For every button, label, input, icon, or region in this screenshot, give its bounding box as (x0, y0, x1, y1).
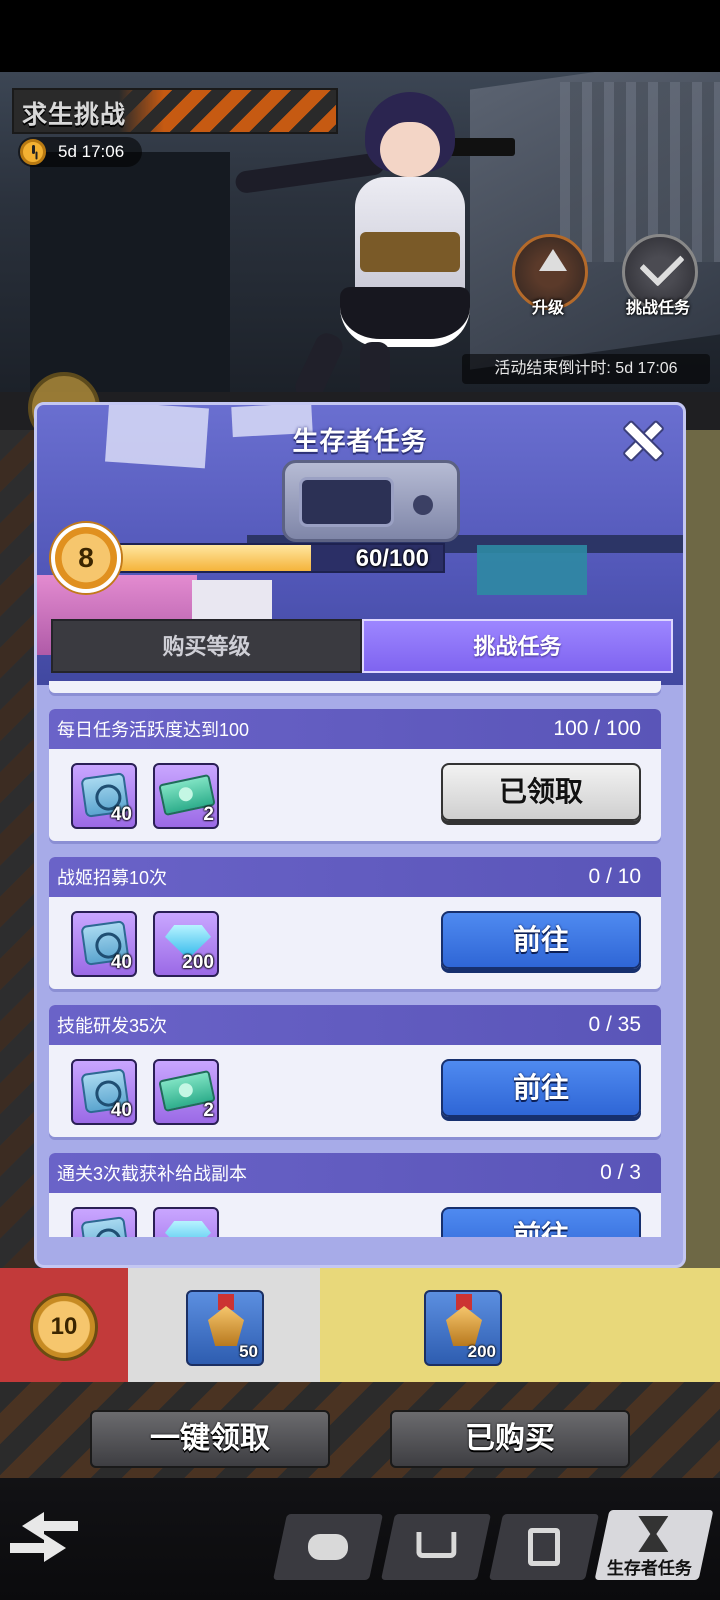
nav-tab-survivor-tasks[interactable]: 生存者任务 (594, 1510, 714, 1580)
oven-illustration (282, 460, 460, 542)
reward-item[interactable]: 2 (153, 763, 219, 829)
medal-icon (446, 1306, 482, 1346)
hourglass-icon (638, 1516, 668, 1552)
reward-item[interactable]: 200 (153, 911, 219, 977)
reward-item[interactable]: 2 (153, 1059, 219, 1125)
checkmark-icon (639, 241, 685, 287)
level-medal: 10 (30, 1293, 98, 1361)
go-button[interactable]: 前往 (441, 1059, 641, 1117)
premium-reward-item[interactable]: 200 (424, 1290, 502, 1366)
modal-header: 生存者任务 8 60/100 购买等级 挑战任务 (37, 405, 683, 685)
event-timer-text: 5d 17:06 (58, 142, 125, 161)
upgrade-label: 升级 (532, 300, 565, 317)
go-button[interactable]: 前往 (441, 1207, 641, 1237)
task-list[interactable]: 每日任务活跃度达到100 100 / 100 40 2 已领取 战姬招募10次 … (49, 681, 661, 1237)
tab-challenge-tasks[interactable]: 挑战任务 (362, 619, 673, 673)
nav-tab-label: 生存者任务 (606, 1559, 692, 1578)
event-timer: 5d 17:06 (18, 137, 142, 167)
purchased-button[interactable]: 已购买 (390, 1410, 630, 1468)
reward-item[interactable]: 40 (71, 1059, 137, 1125)
bottom-nav: 生存者任务 (0, 1478, 720, 1600)
back-arrow-icon (22, 1512, 78, 1540)
close-icon[interactable] (621, 419, 661, 459)
reward-item[interactable] (71, 1207, 137, 1237)
task-card: 战姬招募10次 0 / 10 40 200 前往 (49, 857, 661, 989)
task-name: 通关3次截获补给战副本 (57, 1164, 248, 1184)
nav-tab-tasks[interactable] (488, 1514, 600, 1580)
pistol-image (445, 138, 515, 156)
clipboard-icon (528, 1528, 560, 1566)
modal-title: 生存者任务 (292, 426, 428, 456)
task-name: 技能研发35次 (57, 1016, 168, 1036)
xp-progress-fill (113, 545, 311, 571)
task-card: 每日任务活跃度达到100 100 / 100 40 2 已领取 (49, 709, 661, 841)
reward-item[interactable]: 40 (71, 911, 137, 977)
level-reward-row: 10 50 200 (0, 1268, 720, 1382)
task-card-partial (49, 681, 661, 693)
gamepad-icon (308, 1534, 348, 1560)
back-button[interactable] (10, 1506, 94, 1562)
nav-tab-games[interactable] (272, 1514, 384, 1580)
building-left (30, 152, 230, 392)
xp-progress-bar: 60/100 (111, 543, 445, 573)
task-name: 每日任务活跃度达到100 (57, 720, 250, 740)
tab-buy-level[interactable]: 购买等级 (51, 619, 362, 673)
challenge-task-label: 挑战任务 (626, 300, 691, 317)
reward-item[interactable]: 40 (71, 763, 137, 829)
modal-tabs: 购买等级 挑战任务 (51, 619, 673, 673)
go-button[interactable]: 前往 (441, 911, 641, 969)
cart-icon (416, 1532, 457, 1558)
clock-icon (20, 139, 46, 165)
task-progress: 0 / 3 (600, 1161, 641, 1184)
gear-chest-icon (80, 1216, 130, 1237)
claimed-button[interactable]: 已领取 (441, 763, 641, 821)
task-name: 战姬招募10次 (57, 868, 168, 888)
action-bar: 一键领取 已购买 (0, 1382, 720, 1478)
diamond-icon (165, 1221, 211, 1237)
building-facade (560, 82, 720, 262)
event-title: 求生挑战 (22, 101, 127, 129)
task-card: 技能研发35次 0 / 35 40 2 前往 (49, 1005, 661, 1137)
level-badge: 8 (51, 523, 121, 593)
task-progress: 0 / 10 (588, 865, 641, 888)
task-progress: 100 / 100 (553, 717, 641, 740)
nav-tab-shop[interactable] (380, 1514, 492, 1580)
task-progress: 0 / 35 (588, 1013, 641, 1036)
survivor-task-modal: 生存者任务 8 60/100 购买等级 挑战任务 每日任务活跃度达到100 10… (34, 402, 686, 1268)
event-title-banner: 求生挑战 (12, 88, 338, 134)
medal-icon (208, 1306, 244, 1346)
claim-all-button[interactable]: 一键领取 (90, 1410, 330, 1468)
event-end-countdown: 活动结束倒计时: 5d 17:06 (462, 354, 710, 384)
reward-item[interactable] (153, 1207, 219, 1237)
arrow-up-icon (539, 249, 567, 271)
xp-progress-text: 60/100 (355, 545, 429, 572)
task-card: 通关3次截获补给战副本 0 / 3 前往 (49, 1153, 661, 1237)
free-reward-item[interactable]: 50 (186, 1290, 264, 1366)
